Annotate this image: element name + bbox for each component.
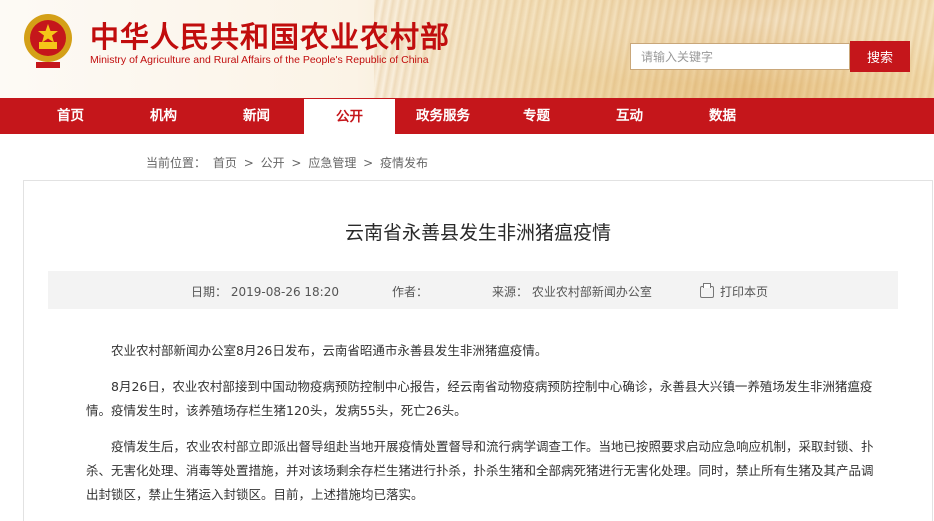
nav-item-topics[interactable]: 专题 <box>490 98 583 134</box>
article-panel: 云南省永善县发生非洲猪瘟疫情 日期： 2019-08-26 18:20 作者： … <box>23 180 933 521</box>
article-source: 来源： 农业农村部新闻办公室 <box>492 283 652 300</box>
date-value: 2019-08-26 18:20 <box>230 285 339 299</box>
article-paragraph: 8月26日，农业农村部接到中国动物疫病预防控制中心报告，经云南省动物疫病预防控制… <box>86 379 873 418</box>
nav-item-news[interactable]: 新闻 <box>210 98 303 134</box>
site-header: 中华人民共和国农业农村部 Ministry of Agriculture and… <box>0 0 934 98</box>
national-emblem-icon <box>24 14 72 68</box>
nav-item-data[interactable]: 数据 <box>676 98 769 134</box>
breadcrumb-separator: > <box>291 156 302 170</box>
article-paragraph: 农业农村部新闻办公室8月26日发布，云南省昭通市永善县发生非洲猪瘟疫情。 <box>111 343 548 358</box>
breadcrumb-prefix: 当前位置： <box>146 156 207 170</box>
article-author: 作者： <box>392 283 428 300</box>
search-bar: 搜索 <box>630 41 910 72</box>
print-label: 打印本页 <box>720 285 769 299</box>
author-label: 作者： <box>392 285 429 299</box>
search-input[interactable] <box>630 43 850 70</box>
nav-item-organization[interactable]: 机构 <box>117 98 210 134</box>
main-nav: 首页 机构 新闻 公开 政务服务 专题 互动 数据 <box>0 98 934 134</box>
breadcrumb-link-epidemic[interactable]: 疫情发布 <box>380 156 428 170</box>
article-paragraph: 疫情发生后，农业农村部立即派出督导组赴当地开展疫情处置督导和流行病学调查工作。当… <box>86 439 874 502</box>
article-title: 云南省永善县发生非洲猪瘟疫情 <box>344 222 611 244</box>
site-subtitle-en: Ministry of Agriculture and Rural Affair… <box>90 54 429 66</box>
nav-item-interaction[interactable]: 互动 <box>583 98 676 134</box>
breadcrumb: 当前位置： 首页 > 公开 > 应急管理 > 疫情发布 <box>0 134 934 182</box>
date-label: 日期： <box>191 285 228 299</box>
article-meta-bar: 日期： 2019-08-26 18:20 作者： 来源： 农业农村部新闻办公室 … <box>48 271 898 309</box>
article-body: 农业农村部新闻办公室8月26日发布，云南省昭通市永善县发生非洲猪瘟疫情。 8月2… <box>86 339 876 519</box>
breadcrumb-link-emergency[interactable]: 应急管理 <box>308 156 356 170</box>
breadcrumb-separator: > <box>243 156 254 170</box>
search-button[interactable]: 搜索 <box>850 41 910 72</box>
nav-item-public[interactable]: 公开 <box>303 98 396 134</box>
print-page-button[interactable]: 打印本页 <box>700 283 768 300</box>
nav-item-services[interactable]: 政务服务 <box>396 98 490 134</box>
article-date: 日期： 2019-08-26 18:20 <box>191 283 339 300</box>
site-title[interactable]: 中华人民共和国农业农村部 <box>90 14 450 56</box>
breadcrumb-link-public[interactable]: 公开 <box>261 156 285 170</box>
source-label: 来源： <box>492 285 529 299</box>
breadcrumb-separator: > <box>363 156 374 170</box>
breadcrumb-link-home[interactable]: 首页 <box>213 156 237 170</box>
printer-icon <box>700 283 714 298</box>
nav-item-home[interactable]: 首页 <box>24 98 117 134</box>
source-value: 农业农村部新闻办公室 <box>531 285 652 299</box>
